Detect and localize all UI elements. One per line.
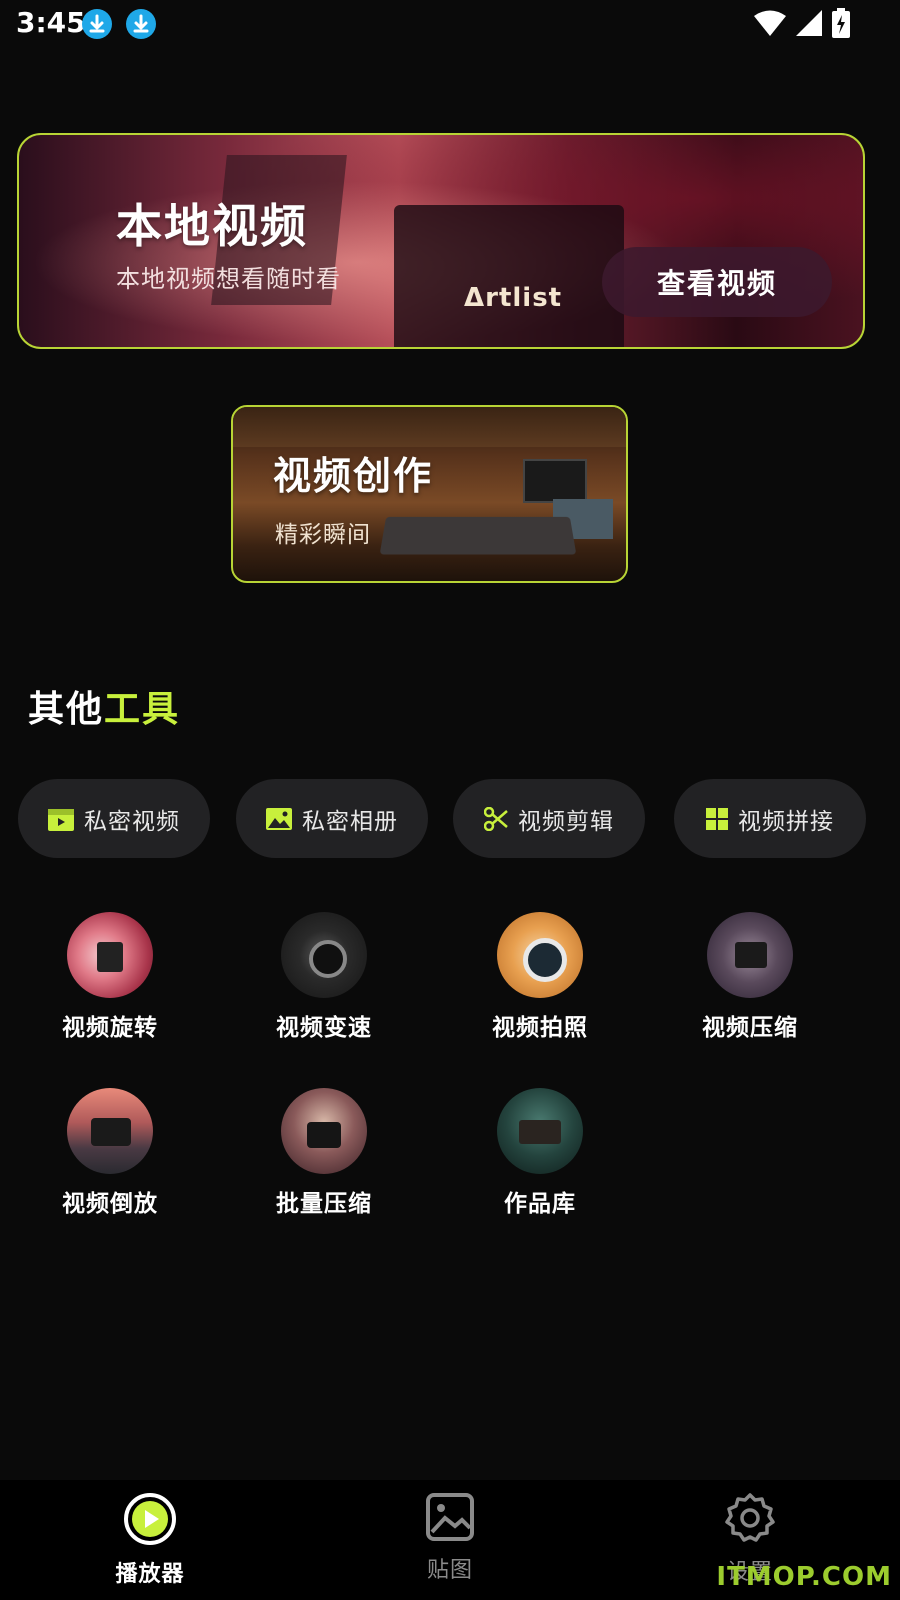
- pill-label: 视频拼接: [738, 808, 834, 835]
- banner-title: 本地视频: [116, 199, 308, 253]
- video-reverse-thumbnail: [67, 1088, 153, 1174]
- nav-label: 播放器: [115, 1562, 185, 1587]
- batch-compress-thumbnail: [281, 1088, 367, 1174]
- heading-part-1: 其他: [28, 689, 105, 730]
- video-folder-icon: [48, 807, 74, 831]
- battery-charging-icon: [832, 8, 850, 42]
- grid-icon: [706, 807, 728, 830]
- tool-label: 视频倒放: [62, 1191, 158, 1217]
- tool-label: 作品库: [504, 1191, 576, 1217]
- tool-label: 视频旋转: [62, 1015, 158, 1041]
- status-bar: 3:45: [0, 0, 900, 48]
- monitor-image: [394, 205, 624, 347]
- tool-label: 视频变速: [276, 1015, 372, 1041]
- nav-tab-stickers[interactable]: 贴图: [370, 1492, 530, 1584]
- tool-label: 视频拍照: [492, 1015, 588, 1041]
- private-video-button[interactable]: 私密视频: [18, 779, 210, 858]
- wifi-icon: [754, 9, 786, 41]
- video-edit-button[interactable]: 视频剪辑: [453, 779, 645, 858]
- view-videos-button[interactable]: 查看视频: [602, 247, 832, 317]
- private-album-button[interactable]: 私密相册: [236, 779, 428, 858]
- tool-label: 批量压缩: [276, 1191, 372, 1217]
- pill-label: 私密相册: [302, 808, 398, 835]
- video-compress-tool[interactable]: 视频压缩: [660, 912, 840, 1042]
- pill-label: 私密视频: [84, 808, 180, 835]
- video-speed-thumbnail: [281, 912, 367, 998]
- video-compress-thumbnail: [707, 912, 793, 998]
- bottom-navigation: 播放器 贴图 设置 ITMOP.COM: [0, 1480, 900, 1600]
- download-notification-icon: [126, 9, 156, 39]
- batch-compress-tool[interactable]: 批量压缩: [234, 1088, 414, 1218]
- scissors-icon: [484, 806, 508, 831]
- banner-subtitle: 本地视频想看随时看: [116, 265, 341, 293]
- video-creation-card[interactable]: 视频创作 精彩瞬间: [231, 405, 628, 583]
- gear-icon: [670, 1492, 830, 1548]
- works-library-thumbnail: [497, 1088, 583, 1174]
- works-library-tool[interactable]: 作品库: [450, 1088, 630, 1218]
- video-capture-tool[interactable]: 视频拍照: [450, 912, 630, 1042]
- photo-icon: [266, 807, 292, 830]
- creation-card-title: 视频创作: [273, 454, 434, 498]
- video-rotate-thumbnail: [67, 912, 153, 998]
- player-icon: [70, 1492, 230, 1550]
- heading-part-2: 工具: [104, 689, 181, 730]
- video-rotate-tool[interactable]: 视频旋转: [20, 912, 200, 1042]
- nav-tab-player[interactable]: 播放器: [70, 1492, 230, 1588]
- signal-icon: [796, 10, 822, 40]
- creation-card-subtitle: 精彩瞬间: [275, 522, 371, 548]
- nav-label: 贴图: [426, 1558, 473, 1583]
- pill-label: 视频剪辑: [518, 808, 614, 835]
- video-splice-button[interactable]: 视频拼接: [674, 779, 866, 858]
- video-capture-thumbnail: [497, 912, 583, 998]
- studio-screen-image: [523, 459, 587, 503]
- video-speed-tool[interactable]: 视频变速: [234, 912, 414, 1042]
- other-tools-heading: 其他工具: [28, 680, 180, 732]
- site-watermark: ITMOP.COM: [716, 1562, 892, 1592]
- local-video-banner[interactable]: Δrtlist 本地视频 本地视频想看随时看 查看视频: [17, 133, 865, 349]
- image-icon: [370, 1492, 530, 1546]
- mixing-desk-image: [379, 516, 577, 555]
- tool-label: 视频压缩: [702, 1015, 798, 1041]
- download-notification-icon: [82, 9, 112, 39]
- status-time: 3:45: [16, 6, 86, 39]
- video-reverse-tool[interactable]: 视频倒放: [20, 1088, 200, 1218]
- banner-brand-text: Δrtlist: [464, 283, 563, 313]
- studio-ceiling-image: [233, 407, 626, 447]
